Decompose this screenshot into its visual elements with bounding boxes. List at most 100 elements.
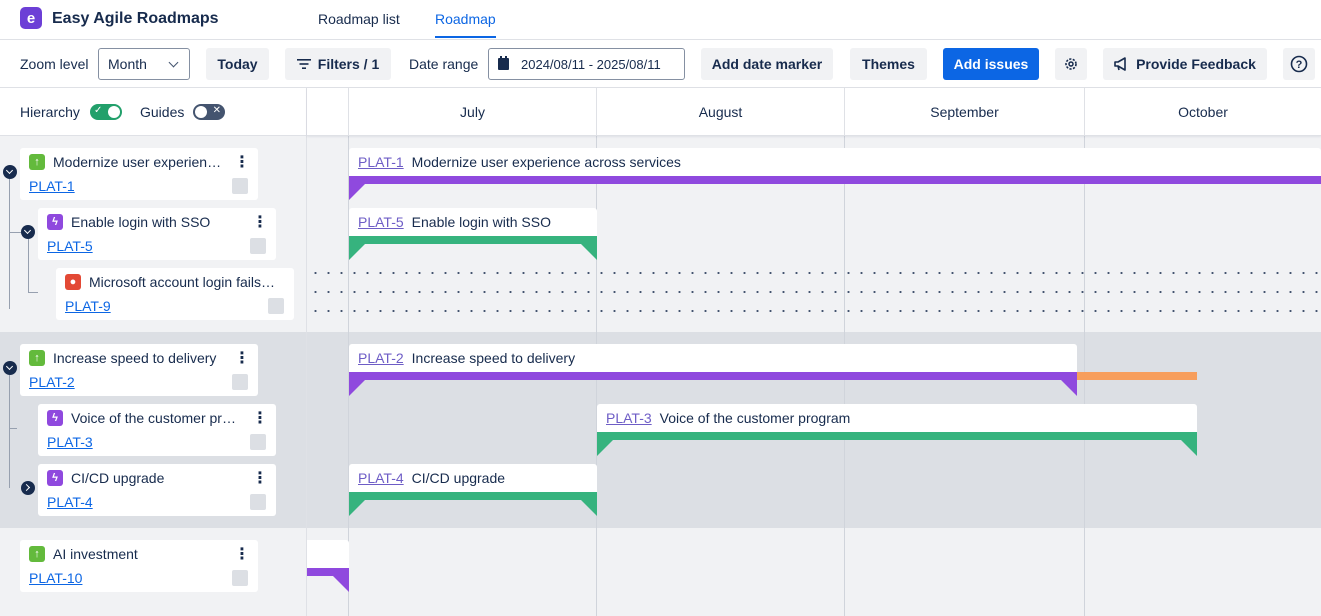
- gear-icon: [1065, 58, 1077, 70]
- story-lightning-icon: ϟ: [47, 470, 63, 486]
- provide-feedback-button[interactable]: Provide Feedback: [1103, 48, 1267, 80]
- issue-key-link[interactable]: PLAT-4: [47, 494, 93, 510]
- tree-connector: [9, 232, 21, 233]
- collapse-plat-5-icon[interactable]: [21, 225, 35, 239]
- bar-summary: Increase speed to delivery: [411, 350, 576, 366]
- epic-arrow-up-icon: ↑: [29, 350, 45, 366]
- more-options-icon[interactable]: ⋮: [234, 544, 250, 564]
- help-button[interactable]: ?: [1283, 48, 1315, 80]
- roadmap-bar-plat-3[interactable]: PLAT-3 Voice of the customer program: [597, 404, 1197, 456]
- bug-icon: ●: [65, 274, 81, 290]
- bar-issue-key-link[interactable]: PLAT-1: [358, 154, 404, 170]
- issue-key-link[interactable]: PLAT-9: [65, 298, 111, 314]
- collapse-plat-2-icon[interactable]: [3, 361, 17, 375]
- guide-dots: [309, 272, 1321, 274]
- date-range-input[interactable]: 2024/08/11 - 2025/08/11: [488, 48, 685, 80]
- hierarchy-toggle[interactable]: ✓: [90, 104, 122, 120]
- add-issues-button[interactable]: Add issues: [943, 48, 1039, 80]
- story-lightning-icon: ϟ: [47, 214, 63, 230]
- zoom-level-select[interactable]: Month: [98, 48, 190, 80]
- tree-connector: [28, 239, 29, 293]
- guides-toggle[interactable]: ✕: [193, 104, 225, 120]
- bar-start-handle[interactable]: [349, 244, 365, 260]
- roadmap-bar-plat-4[interactable]: PLAT-4 CI/CD upgrade: [349, 464, 597, 516]
- issue-card-plat-4[interactable]: ϟ CI/CD upgrade ⋮ PLAT-4: [38, 464, 276, 516]
- tab-roadmap-list[interactable]: Roadmap list: [318, 11, 400, 27]
- bar-start-handle[interactable]: [349, 500, 365, 516]
- select-checkbox[interactable]: [232, 178, 248, 194]
- select-checkbox[interactable]: [268, 298, 284, 314]
- bar-issue-key-link[interactable]: PLAT-3: [606, 410, 652, 426]
- bar-label: PLAT-1 Modernize user experience across …: [349, 148, 1321, 176]
- add-date-marker-button[interactable]: Add date marker: [701, 48, 833, 80]
- bar-start-handle[interactable]: [349, 380, 365, 396]
- zoom-level-label: Zoom level: [20, 56, 89, 72]
- issue-summary: Microsoft account login fails…: [89, 274, 275, 290]
- bar-stripe: [349, 236, 597, 244]
- bar-issue-key-link[interactable]: PLAT-5: [358, 214, 404, 230]
- bar-end-handle[interactable]: [581, 244, 597, 260]
- bar-start-handle[interactable]: [349, 184, 365, 200]
- more-options-icon[interactable]: ⋮: [234, 348, 250, 368]
- filters-button[interactable]: Filters / 1: [285, 48, 391, 80]
- select-checkbox[interactable]: [250, 434, 266, 450]
- bar-issue-key-link[interactable]: PLAT-2: [358, 350, 404, 366]
- app-header: e Easy Agile Roadmaps Roadmap list Roadm…: [0, 0, 1321, 40]
- roadmap-bar-plat-5[interactable]: PLAT-5 Enable login with SSO: [349, 208, 597, 260]
- roadmap-bar-plat-10[interactable]: [307, 540, 349, 592]
- bar-end-handle[interactable]: [1061, 380, 1077, 396]
- roadmap-bar-plat-2[interactable]: PLAT-2 Increase speed to delivery: [349, 344, 1077, 396]
- select-checkbox[interactable]: [232, 570, 248, 586]
- provide-feedback-label: Provide Feedback: [1136, 56, 1256, 72]
- select-checkbox[interactable]: [232, 374, 248, 390]
- issue-key-link[interactable]: PLAT-10: [29, 570, 82, 586]
- collapse-plat-1-icon[interactable]: [3, 165, 17, 179]
- bar-summary: CI/CD upgrade: [411, 470, 506, 486]
- bar-stripe: [349, 492, 597, 500]
- check-icon: ✓: [94, 105, 103, 116]
- issue-key-link[interactable]: PLAT-3: [47, 434, 93, 450]
- app-logo-icon: e: [20, 7, 42, 29]
- issue-card-plat-5[interactable]: ϟ Enable login with SSO ⋮ PLAT-5: [38, 208, 276, 260]
- themes-button[interactable]: Themes: [850, 48, 927, 80]
- issue-summary: Voice of the customer pr…: [71, 410, 236, 426]
- month-july: July: [348, 88, 596, 136]
- more-options-icon[interactable]: ⋮: [234, 152, 250, 172]
- issue-summary: Modernize user experien…: [53, 154, 222, 170]
- issue-card-plat-1[interactable]: ↑ Modernize user experien… ⋮ PLAT-1: [20, 148, 258, 200]
- issue-key-link[interactable]: PLAT-5: [47, 238, 93, 254]
- tree-connector: [9, 375, 10, 488]
- select-checkbox[interactable]: [250, 494, 266, 510]
- bar-end-handle[interactable]: [581, 500, 597, 516]
- view-options-bar: Hierarchy Guides: [0, 88, 307, 136]
- bar-start-handle[interactable]: [597, 440, 613, 456]
- bar-end-handle[interactable]: [1181, 440, 1197, 456]
- bar-stripe: [349, 372, 1077, 380]
- issue-key-link[interactable]: PLAT-2: [29, 374, 75, 390]
- more-options-icon[interactable]: ⋮: [252, 212, 268, 232]
- bar-summary: Enable login with SSO: [411, 214, 551, 230]
- issue-card-plat-2[interactable]: ↑ Increase speed to delivery ⋮ PLAT-2: [20, 344, 258, 396]
- bar-label: PLAT-5 Enable login with SSO: [349, 208, 597, 236]
- expand-plat-4-icon[interactable]: [21, 481, 35, 495]
- issue-summary: Increase speed to delivery: [53, 350, 217, 366]
- more-options-icon[interactable]: ⋮: [252, 468, 268, 488]
- issue-card-plat-3[interactable]: ϟ Voice of the customer pr… ⋮ PLAT-3: [38, 404, 276, 456]
- select-checkbox[interactable]: [250, 238, 266, 254]
- bar-end-handle[interactable]: [333, 576, 349, 592]
- megaphone-icon: [1114, 57, 1126, 71]
- tab-roadmap[interactable]: Roadmap: [435, 11, 496, 38]
- settings-button[interactable]: [1055, 48, 1087, 80]
- issue-card-plat-9[interactable]: ● Microsoft account login fails… PLAT-9: [56, 268, 294, 320]
- app-title: Easy Agile Roadmaps: [52, 10, 219, 27]
- roadmap-bar-plat-1[interactable]: PLAT-1 Modernize user experience across …: [349, 148, 1321, 200]
- issue-card-plat-10[interactable]: ↑ AI investment ⋮ PLAT-10: [20, 540, 258, 592]
- today-button[interactable]: Today: [206, 48, 269, 80]
- bar-label: [307, 540, 349, 568]
- bar-issue-key-link[interactable]: PLAT-4: [358, 470, 404, 486]
- issue-key-link[interactable]: PLAT-1: [29, 178, 75, 194]
- timeline-header: July August September October: [307, 88, 1321, 136]
- more-options-icon[interactable]: ⋮: [252, 408, 268, 428]
- date-range-value: 2024/08/11 - 2025/08/11: [521, 56, 661, 72]
- epic-arrow-up-icon: ↑: [29, 154, 45, 170]
